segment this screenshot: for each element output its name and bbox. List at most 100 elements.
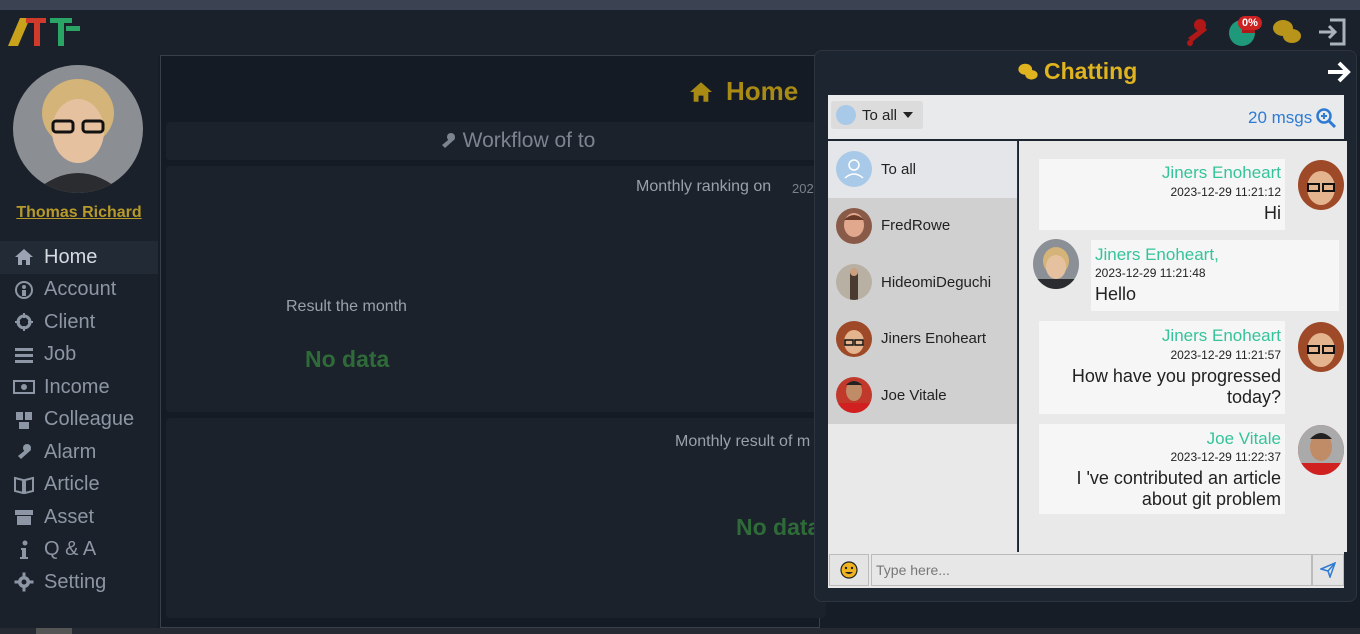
contact-name: HideomiDeguchi xyxy=(881,273,992,291)
recipient-dropdown[interactable]: To all xyxy=(831,101,923,129)
income-icon xyxy=(12,376,36,398)
contact-item-joe-vitale[interactable]: Joe Vitale xyxy=(828,367,1017,424)
message-sender: Jiners Enoheart, xyxy=(1095,245,1219,264)
contact-item-hideomideguchi[interactable]: HideomiDeguchi xyxy=(828,254,1017,311)
page-title-text: Home xyxy=(726,76,799,106)
workflow-title: Workflow of to xyxy=(462,129,596,152)
colleague-icon xyxy=(12,409,36,431)
job-icon xyxy=(12,344,36,366)
message-text: Hi xyxy=(1264,203,1281,223)
message-bubble: Jiners Enoheart 2023-12-29 11:21:57 How … xyxy=(1039,321,1285,414)
no-data-result-month: No data xyxy=(305,346,390,372)
smiley-icon xyxy=(840,561,858,579)
message-input[interactable] xyxy=(871,554,1312,586)
avatar xyxy=(836,207,872,244)
message-time: 2023-12-29 11:22:37 xyxy=(1170,450,1281,464)
message-time: 2023-12-29 11:21:57 xyxy=(1170,348,1281,362)
alarm-bell-icon[interactable] xyxy=(1180,16,1212,48)
arrow-right-icon[interactable] xyxy=(1326,60,1352,84)
sidebar-item-article[interactable]: Article xyxy=(0,469,158,502)
chat-bubbles-icon[interactable] xyxy=(1271,16,1303,48)
page-title: Home xyxy=(688,76,798,107)
avatar xyxy=(1298,160,1344,210)
message-bubble: Jiners Enoheart, 2023-12-29 11:21:48 Hel… xyxy=(1091,240,1339,311)
result-month-label: Result the month xyxy=(286,298,407,315)
contact-item-fredrowe[interactable]: FredRowe xyxy=(828,197,1017,254)
user-name-link[interactable]: Thomas Richard xyxy=(0,204,158,222)
progress-badge: 0% xyxy=(1238,16,1262,30)
horizontal-scrollbar[interactable] xyxy=(0,628,1360,634)
gear-icon xyxy=(12,571,36,593)
message-time: 2023-12-29 11:21:12 xyxy=(1170,185,1281,199)
chat-title-text: Chatting xyxy=(1044,58,1138,84)
ranking-card xyxy=(166,166,826,412)
sidebar-item-label: Q & A xyxy=(44,538,97,561)
send-button[interactable] xyxy=(1312,554,1344,586)
sidebar-item-label: Account xyxy=(44,278,117,301)
app-logo[interactable] xyxy=(6,14,84,48)
sidebar-menu: Home Account Client Job Income Colleague… xyxy=(0,241,158,599)
workflow-card: Workflow of to xyxy=(166,122,866,160)
window-top-strip xyxy=(0,0,1360,10)
emoji-button[interactable] xyxy=(829,554,869,586)
message-sender: Jiners Enoheart xyxy=(1161,163,1281,182)
avatar[interactable] xyxy=(13,65,143,193)
account-icon xyxy=(12,279,36,301)
recipient-label: To all xyxy=(862,106,898,124)
alarm-icon xyxy=(12,441,36,463)
sidebar-item-label: Setting xyxy=(44,570,107,593)
contact-name: To all xyxy=(881,160,917,178)
sidebar-item-client[interactable]: Client xyxy=(0,306,158,339)
contact-name: Joe Vitale xyxy=(881,386,947,404)
message-text: Hello xyxy=(1095,284,1137,304)
message-bubble: Joe Vitale 2023-12-29 11:22:37 I 've con… xyxy=(1039,424,1285,514)
avatar xyxy=(836,105,856,125)
sidebar-item-job[interactable]: Job xyxy=(0,339,158,372)
home-icon xyxy=(12,246,36,268)
zoom-in-icon[interactable] xyxy=(1316,108,1337,128)
sidebar-item-asset[interactable]: Asset xyxy=(0,501,158,534)
alarm-icon xyxy=(441,133,455,148)
message-bubble: Jiners Enoheart 2023-12-29 11:21:12 Hi xyxy=(1039,159,1285,230)
no-data-monthly-result: No data xyxy=(736,514,821,540)
sidebar-item-label: Income xyxy=(44,375,110,398)
sidebar-item-label: Job xyxy=(44,343,77,366)
scrollbar-thumb[interactable] xyxy=(36,628,72,634)
sidebar-item-label: Home xyxy=(44,245,98,268)
avatar xyxy=(836,377,872,414)
message-sender: Joe Vitale xyxy=(1206,429,1281,448)
message-time: 2023-12-29 11:21:48 xyxy=(1095,266,1206,280)
avatar xyxy=(1033,239,1079,289)
sidebar-item-qa[interactable]: Q & A xyxy=(0,534,158,567)
sidebar-item-label: Client xyxy=(44,310,96,333)
sidebar-item-income[interactable]: Income xyxy=(0,371,158,404)
sidebar-item-account[interactable]: Account xyxy=(0,274,158,307)
sidebar-item-label: Article xyxy=(44,473,100,496)
contact-item-to-all[interactable]: To all xyxy=(828,141,1017,198)
avatar xyxy=(1298,322,1344,372)
avatar xyxy=(1298,425,1344,475)
home-icon xyxy=(690,81,712,102)
message-count-text: 20 msgs xyxy=(1248,108,1313,127)
avatar xyxy=(836,320,872,357)
avatar xyxy=(836,151,872,188)
message-sender: Jiners Enoheart xyxy=(1161,326,1281,345)
message-text: How have you progressed today? xyxy=(1071,366,1281,407)
message-count[interactable]: 20 msgs xyxy=(1248,108,1337,128)
sidebar-item-setting[interactable]: Setting xyxy=(0,566,158,599)
sidebar-item-colleague[interactable]: Colleague xyxy=(0,404,158,437)
sidebar-item-alarm[interactable]: Alarm xyxy=(0,436,158,469)
contact-list: To all FredRowe HideomiDeguchi Jiners En… xyxy=(828,141,1018,552)
avatar xyxy=(836,264,872,301)
info-icon xyxy=(12,539,36,561)
logout-icon[interactable] xyxy=(1316,16,1348,48)
contact-item-jiners-enoheart[interactable]: Jiners Enoheart xyxy=(828,310,1017,367)
monthly-ranking-label: Monthly ranking on xyxy=(636,178,772,195)
client-icon xyxy=(12,311,36,333)
article-icon xyxy=(12,474,36,496)
sidebar-item-label: Alarm xyxy=(44,440,97,463)
sidebar-item-home[interactable]: Home xyxy=(0,241,158,274)
sidebar-item-label: Asset xyxy=(44,505,95,528)
asset-icon xyxy=(12,506,36,528)
chat-bubbles-icon xyxy=(1018,63,1038,80)
